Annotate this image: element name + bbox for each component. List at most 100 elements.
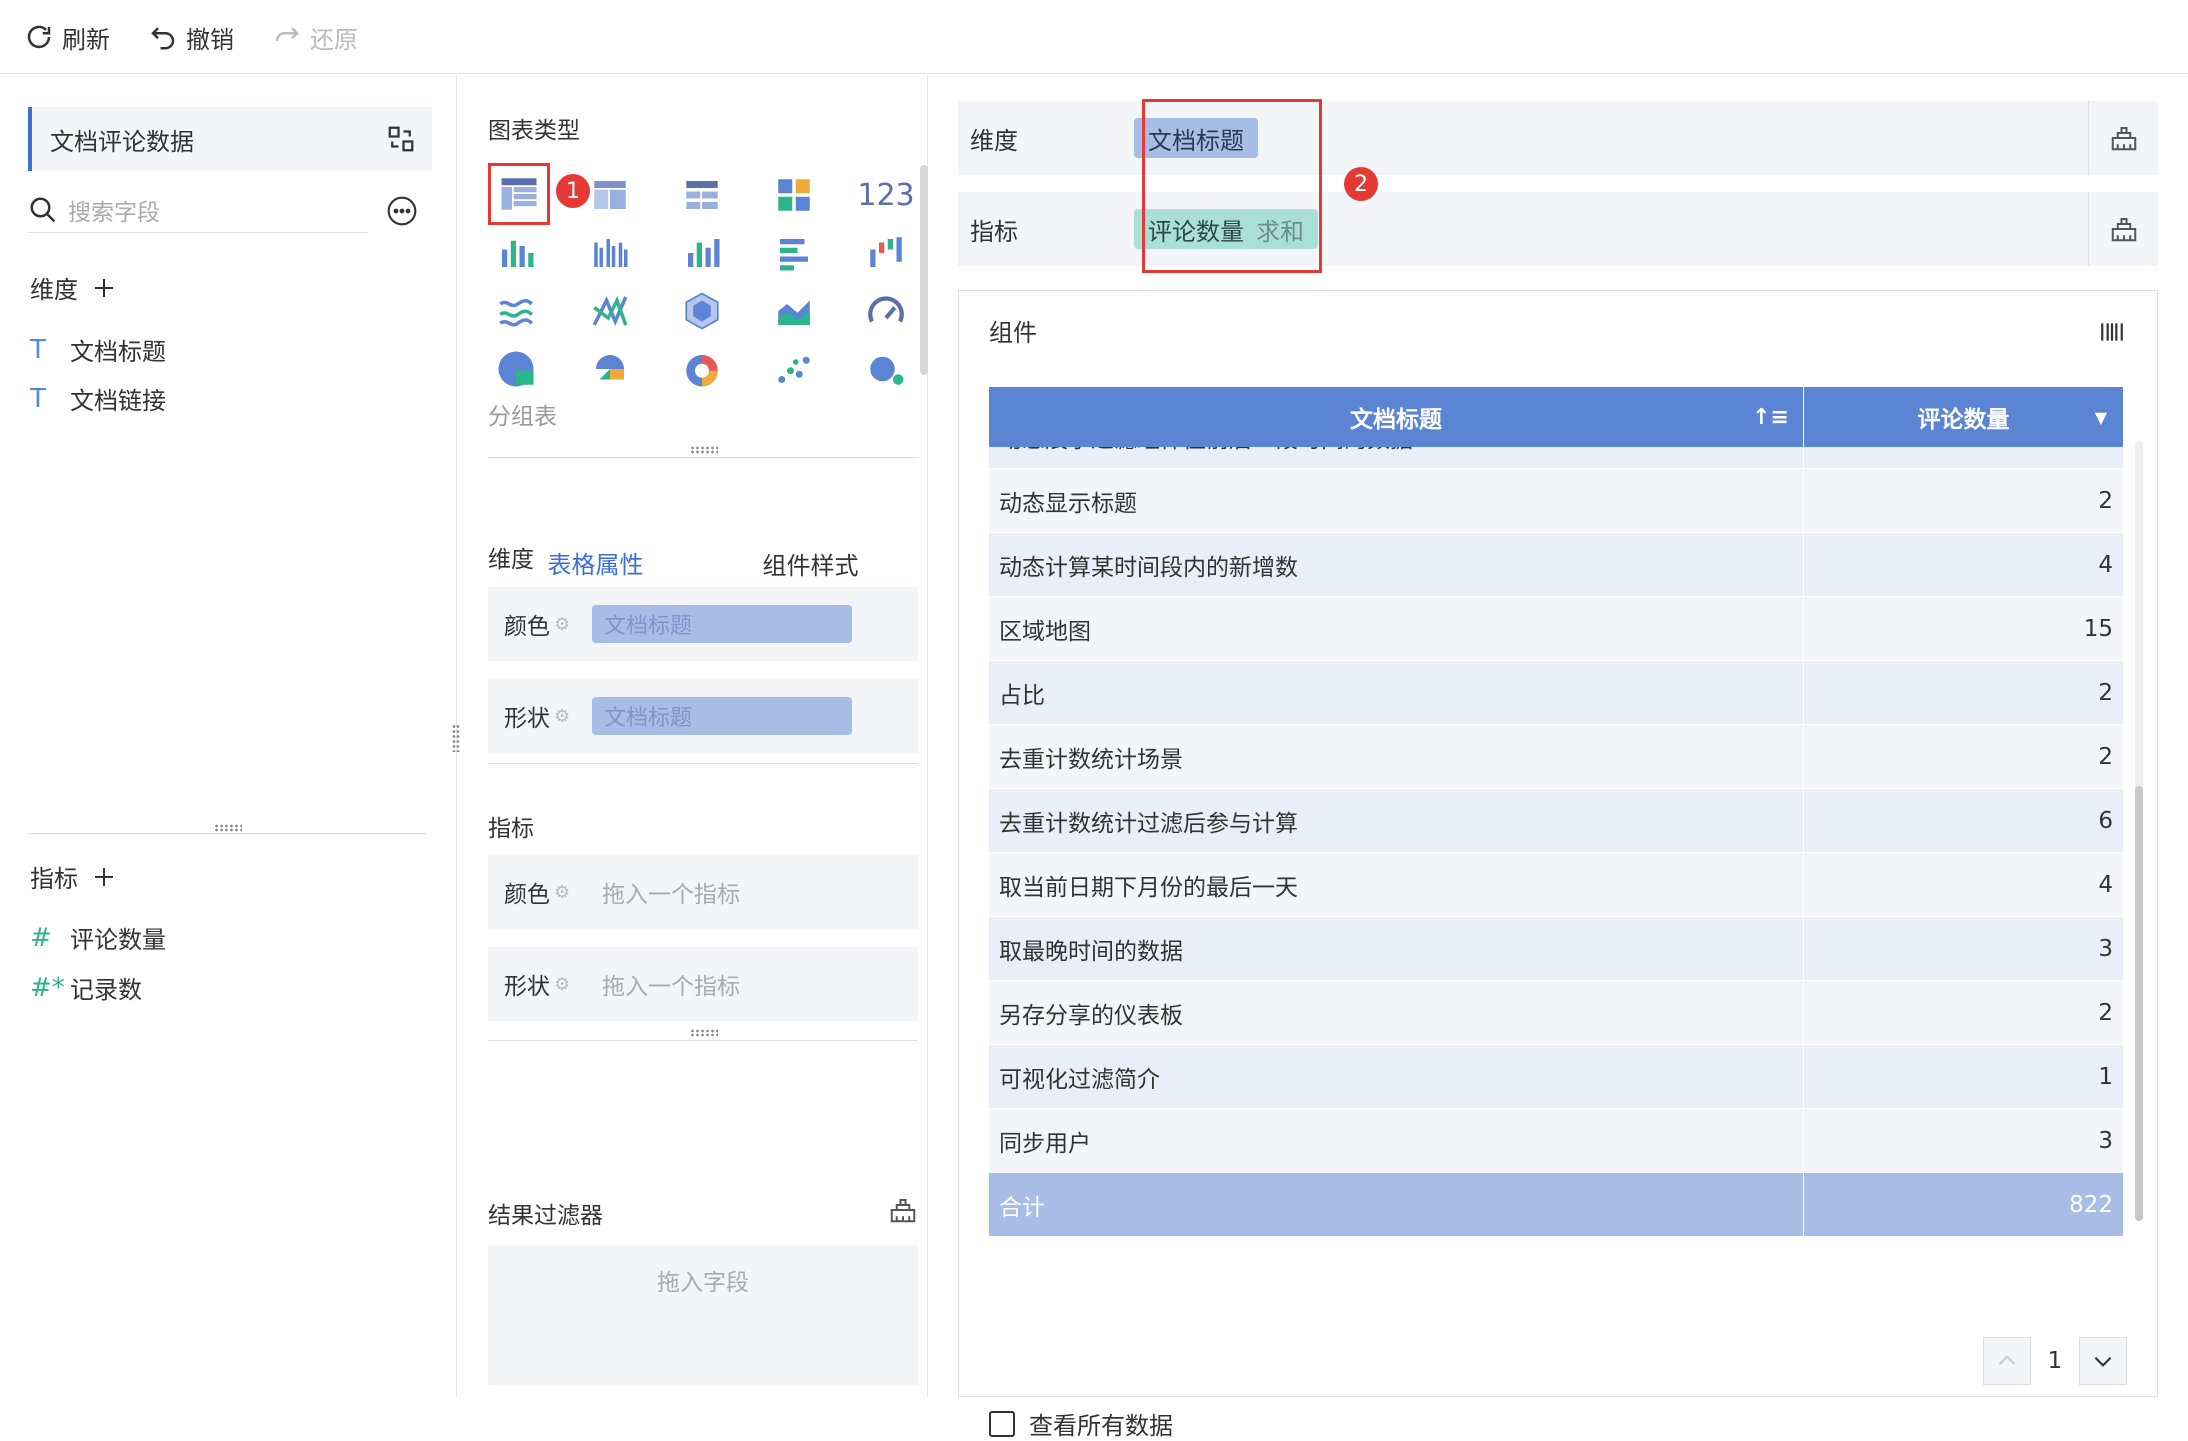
add-dimension-icon[interactable] (92, 276, 116, 300)
undo-button[interactable]: 撤销 (148, 18, 234, 56)
measure-color-dropzone[interactable]: 拖入一个指标 (592, 875, 740, 909)
redo-button[interactable]: 还原 (272, 18, 358, 56)
next-page-button[interactable] (2079, 1337, 2127, 1385)
selected-chart-name: 分组表 (488, 404, 557, 430)
sort-icon[interactable]: ↑≡ (1752, 405, 1789, 430)
pagination: 1 (1983, 1337, 2127, 1385)
cell-value: 4 (2098, 551, 2113, 578)
line-chart[interactable] (488, 283, 544, 339)
cross-table-icon (594, 181, 626, 209)
resize-handle[interactable] (690, 1029, 718, 1037)
value-card-chart[interactable]: 123 (857, 167, 914, 223)
waterfall-chart[interactable] (858, 225, 914, 281)
field-search[interactable]: 搜索字段 (28, 187, 368, 233)
table-row[interactable]: 区域地图 15 (989, 597, 2123, 661)
table-row[interactable]: 取当前日期下月份的最后一天 4 (989, 853, 2123, 917)
scatter-icon (778, 356, 810, 383)
gauge-chart[interactable] (858, 283, 914, 339)
settings-icon[interactable]: ⚙ (554, 882, 570, 903)
component-preview: 组件 文档标题 ↑≡ 评论数量 ▼ 动态展示过滤组件值前后一段时间的数据 1 动… (958, 290, 2158, 1440)
dimension-field[interactable]: T 文档标题 (30, 332, 166, 367)
switch-dataset-icon[interactable] (386, 124, 416, 154)
bar-chart[interactable] (674, 225, 730, 281)
clear-measure-button[interactable] (2088, 192, 2158, 266)
filter-dropzone[interactable]: 拖入字段 (488, 1245, 918, 1385)
sunburst-chart[interactable] (674, 341, 730, 397)
settings-icon[interactable]: ⚙ (554, 614, 570, 635)
rose-chart[interactable] (582, 341, 638, 397)
gauge-icon (868, 296, 904, 323)
column-header-count[interactable]: 评论数量 ▼ (1804, 387, 2123, 447)
refresh-button[interactable]: 刷新 (24, 18, 110, 56)
cell-title: 去重计数统计过滤后参与计算 (989, 789, 1804, 852)
resize-handle[interactable] (214, 824, 242, 832)
column-header-title[interactable]: 文档标题 ↑≡ (989, 387, 1804, 447)
clear-icon (2111, 127, 2136, 151)
table-row[interactable]: 取最晚时间的数据 3 (989, 917, 2123, 981)
chart-list-scrollbar[interactable] (920, 165, 928, 375)
measure-props-title: 指标 (488, 816, 534, 842)
checkbox-box[interactable] (989, 1410, 1015, 1437)
cell-title: 同步用户 (989, 1109, 1804, 1172)
bubble-chart[interactable] (858, 341, 914, 397)
table-row[interactable]: 可视化过滤简介 1 (989, 1045, 2123, 1109)
table-row[interactable]: 另存分享的仪表板 2 (989, 981, 2123, 1045)
measure-color-prop[interactable]: 颜色 ⚙ 拖入一个指标 (488, 855, 918, 929)
refresh-icon (27, 25, 51, 49)
scatter-chart[interactable] (766, 341, 822, 397)
more-options-icon[interactable] (386, 195, 418, 227)
measure-shape-dropzone[interactable]: 拖入一个指标 (592, 967, 740, 1001)
table-row[interactable]: 动态计算某时间段内的新增数 4 (989, 533, 2123, 597)
cell-value: 1 (1804, 447, 2123, 468)
cell-title: 占比 (989, 661, 1804, 724)
measure-field[interactable]: #* 记录数 (30, 970, 142, 1005)
dimension-shelf-label: 维度 (970, 126, 1018, 155)
kpi-card-chart[interactable] (766, 167, 822, 223)
area-chart[interactable] (766, 283, 822, 339)
dim-shape-value[interactable]: 文档标题 (592, 697, 852, 735)
measure-field[interactable]: # 评论数量 (30, 920, 166, 955)
detail-table-chart[interactable] (674, 167, 730, 223)
group-bar-chart[interactable] (582, 225, 638, 281)
add-measure-icon[interactable] (92, 865, 116, 889)
cell-title: 取当前日期下月份的最后一天 (989, 853, 1804, 916)
chart-settings-icon[interactable] (2097, 319, 2127, 345)
stacked-bar-chart[interactable] (488, 225, 544, 281)
text-type-icon: T (30, 334, 46, 365)
table-row[interactable]: 占比 2 (989, 661, 2123, 725)
cell-title: 去重计数统计场景 (989, 725, 1804, 788)
table-row[interactable]: 动态展示过滤组件值前后一段时间的数据 1 (989, 447, 2123, 469)
dropdown-icon[interactable]: ▼ (2095, 408, 2107, 427)
view-all-data-checkbox[interactable]: 查看所有数据 (989, 1406, 1173, 1441)
table-row[interactable]: 去重计数统计场景 2 (989, 725, 2123, 789)
radar-line-chart[interactable] (582, 283, 638, 339)
clear-dimension-button[interactable] (2088, 101, 2158, 175)
settings-icon[interactable]: ⚙ (554, 974, 570, 995)
table-row[interactable]: 去重计数统计过滤后参与计算 6 (989, 789, 2123, 853)
dim-color-value[interactable]: 文档标题 (592, 605, 852, 643)
cross-table-chart[interactable] (582, 167, 638, 223)
dim-props-title: 维度 (488, 547, 534, 573)
dim-shape-prop[interactable]: 形状 ⚙ 文档标题 (488, 679, 918, 753)
refresh-label: 刷新 (62, 25, 110, 54)
measure-shape-prop[interactable]: 形状 ⚙ 拖入一个指标 (488, 947, 918, 1021)
dimension-field[interactable]: T 文档链接 (30, 381, 166, 416)
radar-chart[interactable] (674, 283, 730, 339)
resize-handle[interactable] (690, 446, 718, 454)
prev-page-button[interactable] (1983, 1337, 2031, 1385)
horizontal-bar-chart[interactable] (766, 225, 822, 281)
clear-icon[interactable] (888, 1195, 918, 1225)
table-scrollbar[interactable] (2135, 786, 2143, 1221)
table-row[interactable]: 同步用户 3 (989, 1109, 2123, 1173)
dimension-field-label: 文档标题 (70, 338, 166, 366)
measure-section-title: 指标 (30, 865, 78, 893)
grouped-table-chart[interactable] (488, 163, 550, 225)
chart-type-title: 图表类型 (488, 118, 580, 144)
dim-color-prop[interactable]: 颜色 ⚙ 文档标题 (488, 587, 918, 661)
measure-shape-label-wrap: 形状 ⚙ (488, 967, 592, 1001)
settings-icon[interactable]: ⚙ (554, 706, 570, 727)
pie-chart[interactable] (488, 341, 544, 397)
tab-component-style[interactable]: 组件样式 (703, 535, 918, 592)
dataset-selector[interactable]: 文档评论数据 (28, 107, 432, 171)
table-row[interactable]: 动态显示标题 2 (989, 469, 2123, 533)
